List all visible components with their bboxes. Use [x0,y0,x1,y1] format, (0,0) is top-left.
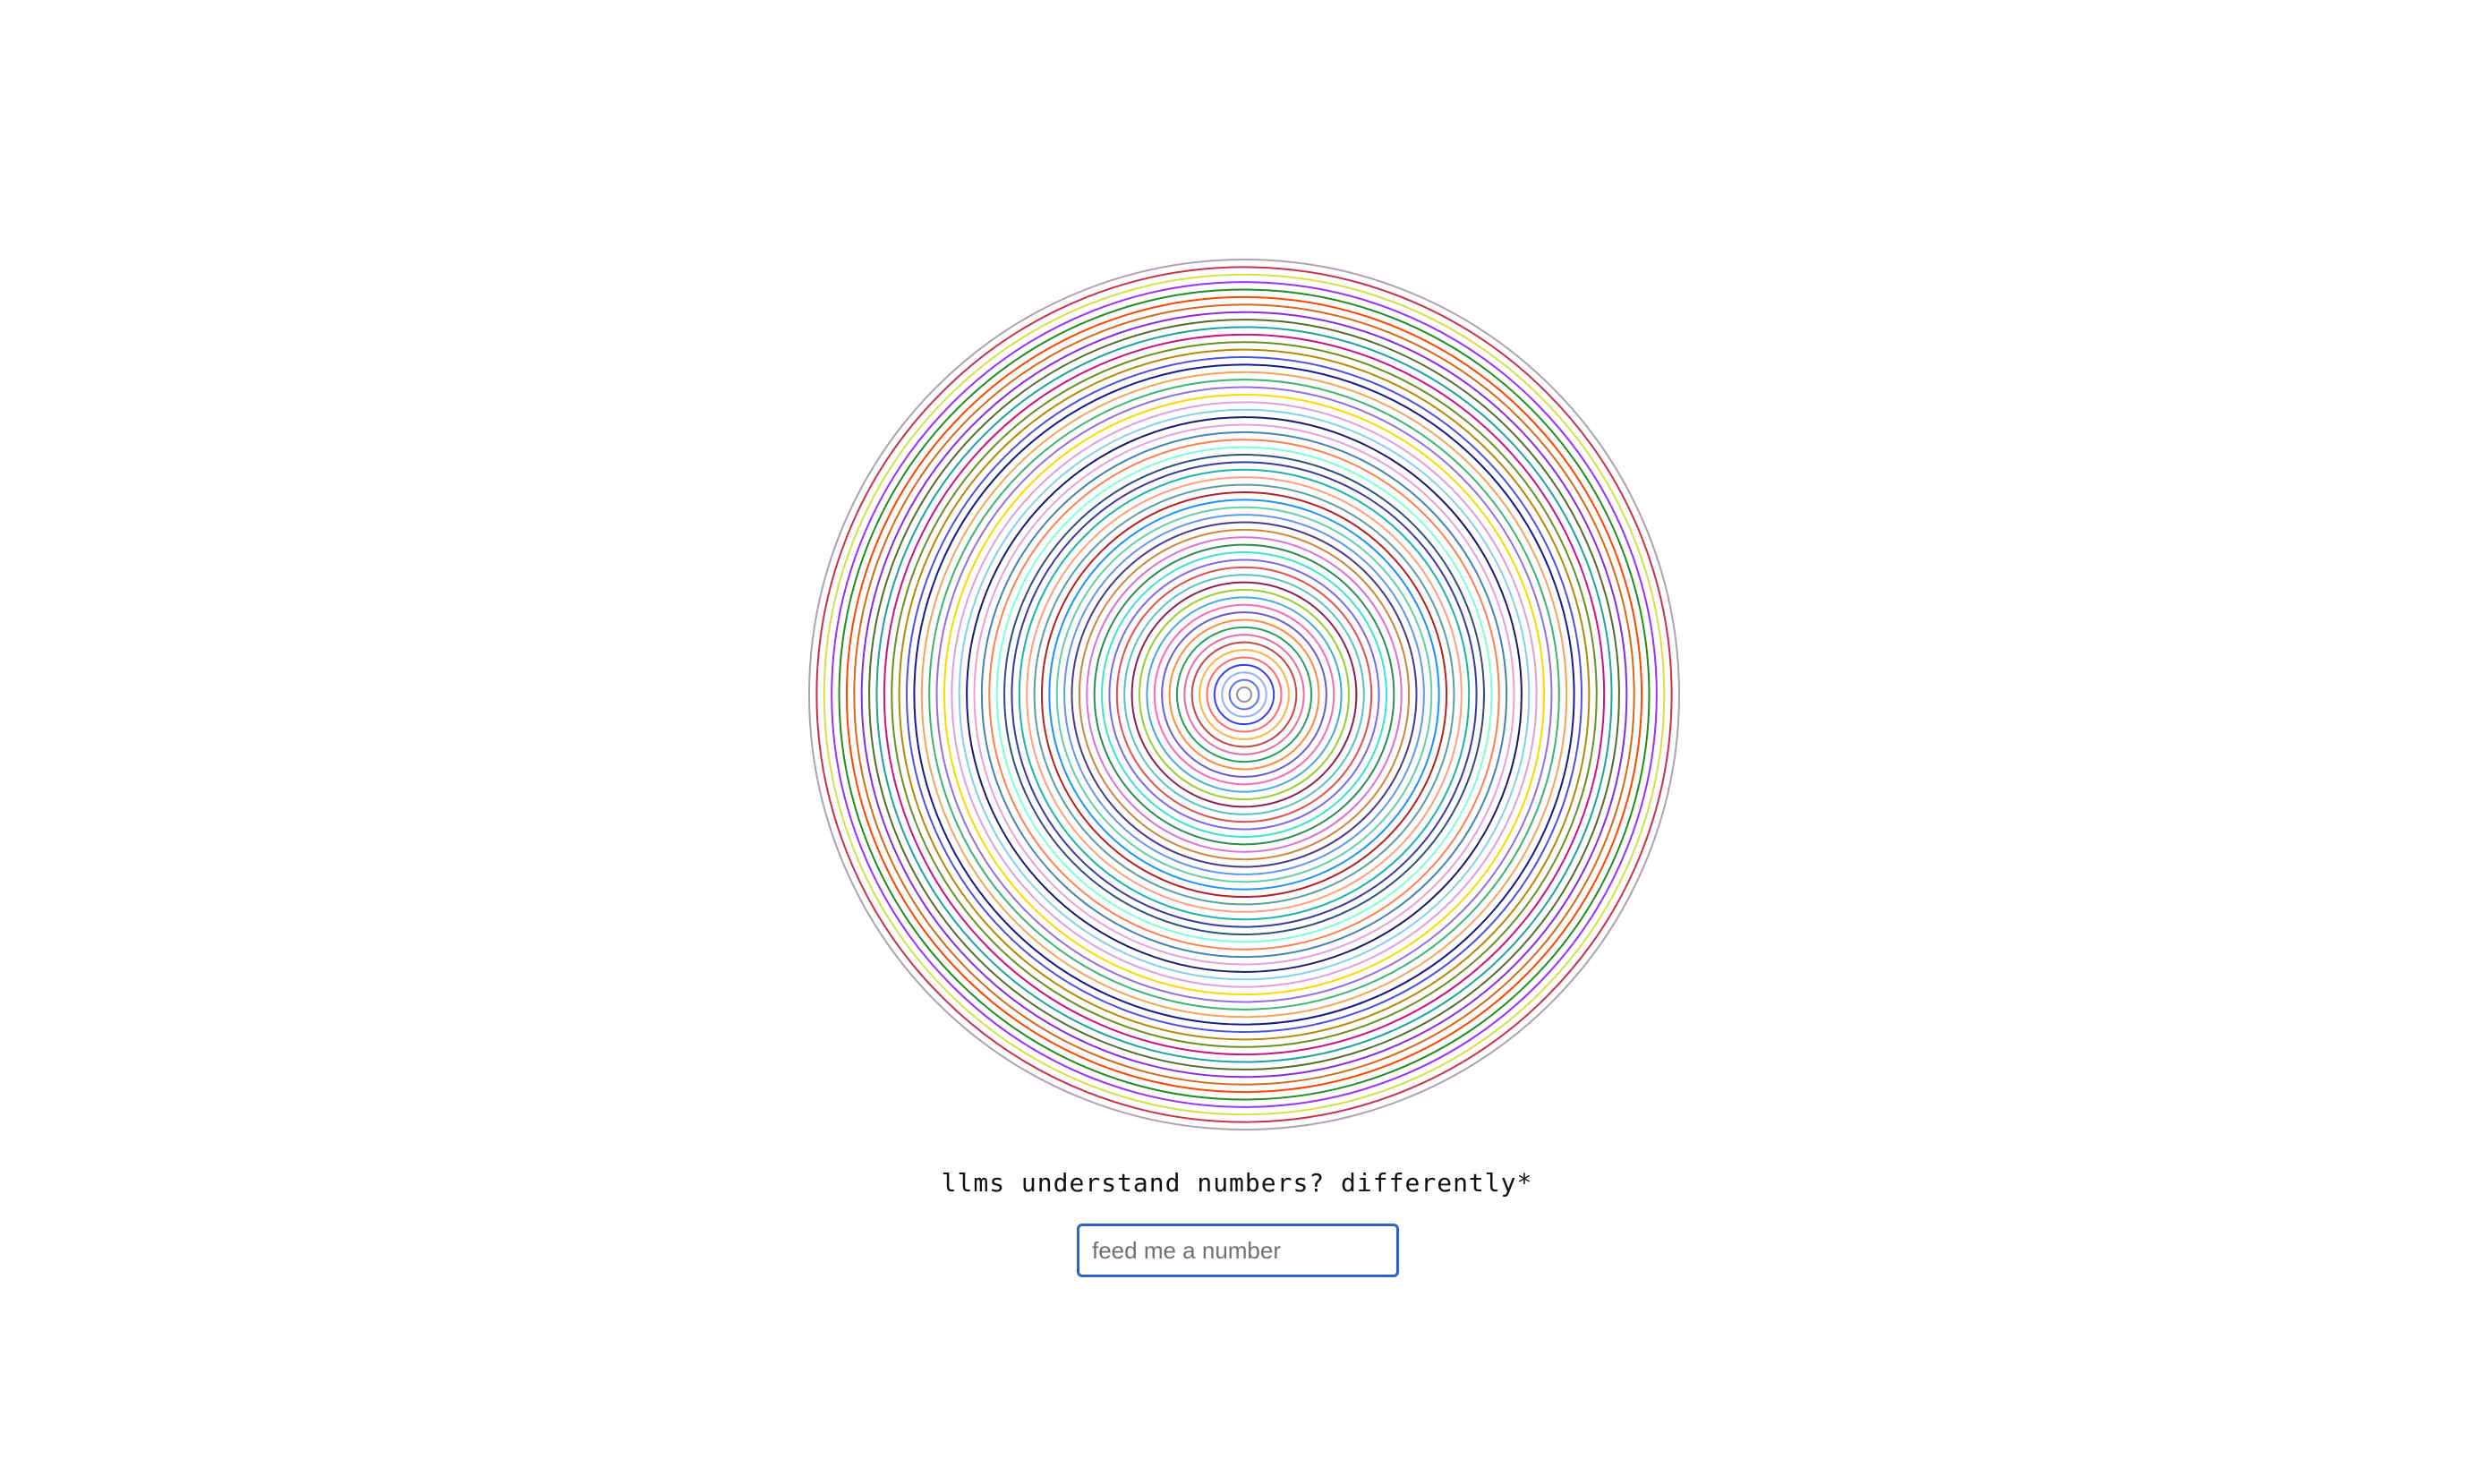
ring-5 [1206,656,1283,733]
page-caption: llms understand numbers? differently* [941,1168,1533,1198]
ring-1 [1236,687,1252,703]
ring-14 [1138,588,1351,801]
ring-51 [860,311,1628,1079]
ring-15 [1130,581,1358,808]
ring-12 [1153,603,1335,786]
ring-42 [928,379,1560,1011]
ring-25 [1055,506,1433,883]
ring-2 [1228,678,1260,711]
ring-24 [1063,514,1425,875]
ring-4 [1213,663,1275,726]
ring-36 [973,423,1515,966]
ring-6 [1199,649,1290,740]
ring-41 [935,386,1553,1003]
ring-48 [883,333,1606,1056]
ring-22 [1078,528,1411,861]
number-input[interactable] [1077,1224,1399,1277]
ring-28 [1033,483,1455,906]
ring-56 [823,273,1666,1116]
ring-29 [1026,476,1463,913]
ring-9 [1175,626,1313,763]
ring-11 [1161,611,1327,778]
ring-32 [1003,454,1485,935]
ring-18 [1108,559,1380,831]
ring-58 [808,259,1680,1130]
ring-16 [1123,574,1365,815]
ring-44 [913,363,1575,1026]
ring-55 [831,281,1658,1108]
ring-8 [1183,634,1305,755]
ring-26 [1048,499,1440,891]
concentric-rings-graphic [807,258,1681,1131]
ring-45 [906,356,1583,1033]
ring-31 [1011,461,1478,928]
ring-34 [988,439,1500,951]
ring-35 [980,431,1508,959]
ring-54 [838,288,1651,1101]
ring-38 [958,408,1531,981]
ring-19 [1101,551,1387,838]
ring-21 [1086,536,1403,853]
ring-52 [853,303,1635,1086]
rings-svg [808,259,1680,1130]
ring-39 [951,401,1538,988]
ring-49 [875,326,1613,1063]
number-input-wrapper [1077,1224,1399,1277]
ring-46 [898,348,1591,1041]
page: llms understand numbers? differently* [0,0,2474,1484]
